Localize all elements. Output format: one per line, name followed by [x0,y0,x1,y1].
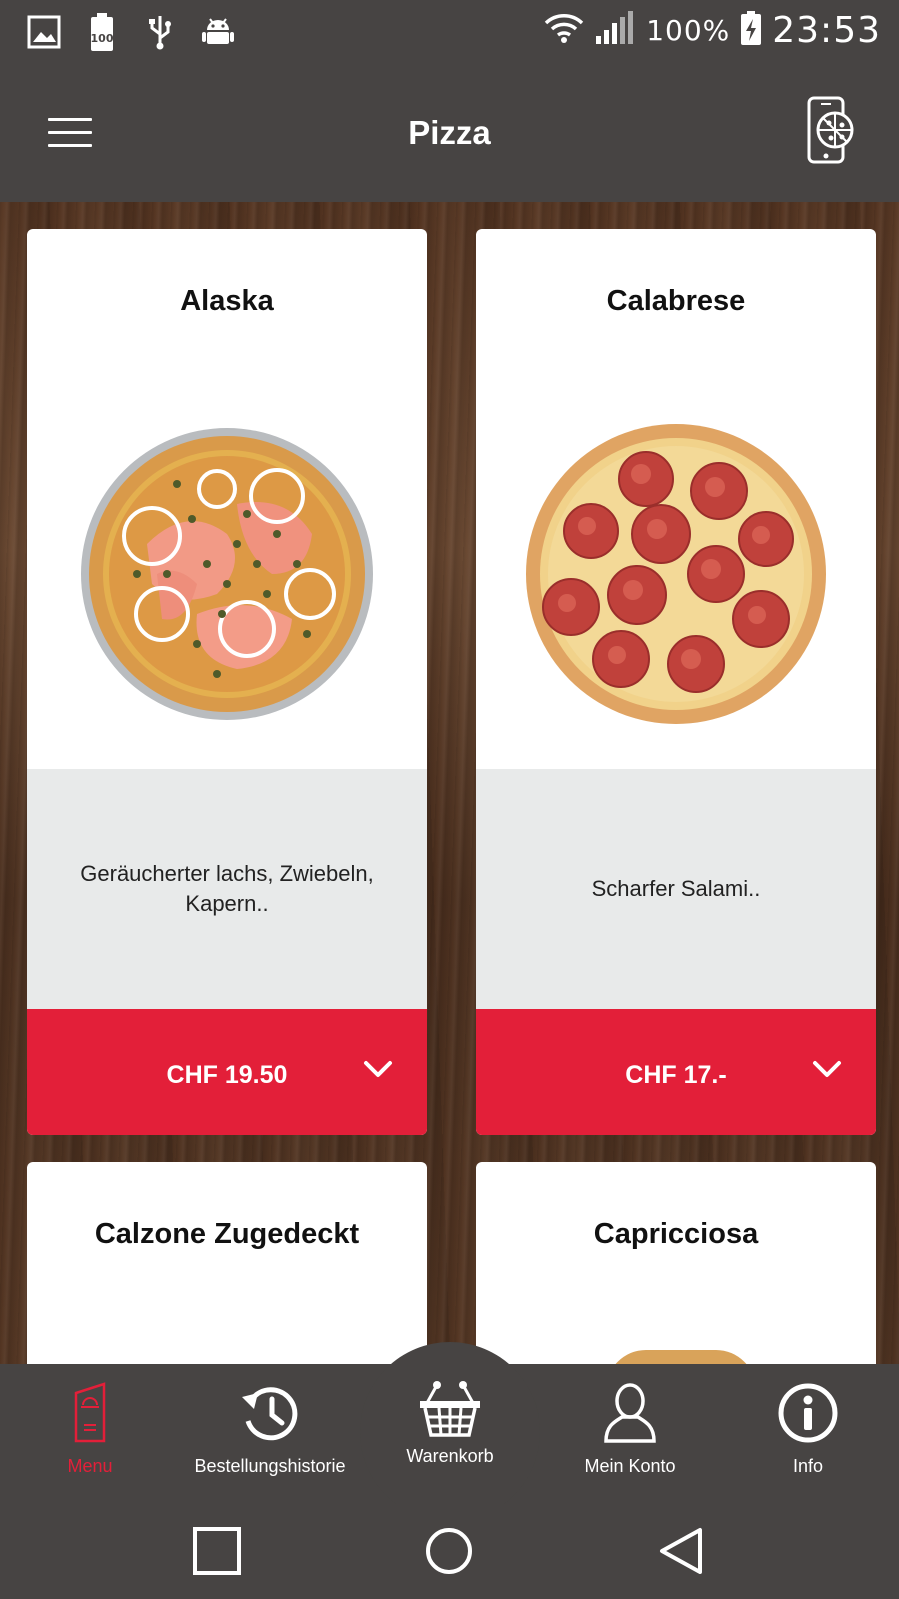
page-title: Pizza [408,114,491,151]
nav-account[interactable]: Mein Konto [560,1364,700,1504]
menu-card-icon [73,1378,107,1448]
pizza-calabrese-image [476,389,876,759]
pizza-capricciosa-image [606,1350,756,1364]
chevron-down-icon[interactable] [363,1059,393,1079]
product-description: Geräucherter lachs, Zwiebeln, Kapern.. [27,769,427,1009]
nav-cart-label: Warenkorb [406,1446,494,1466]
product-title: Calabrese [606,285,746,317]
chevron-down-icon[interactable] [812,1059,842,1079]
nav-info-label: Info [792,1456,824,1476]
price-button[interactable]: CHF 19.50 [27,1009,427,1135]
wifi-icon [544,11,584,50]
info-icon [777,1378,839,1448]
price-button[interactable]: CHF 17.- [476,1009,876,1135]
product-card[interactable]: Calzone Zugedeckt [27,1162,427,1364]
nav-order-history[interactable]: Bestellungshistorie [180,1364,360,1504]
nav-menu-label: Menu [67,1456,113,1476]
pizza-alaska-image [27,389,427,759]
user-icon [602,1378,658,1448]
nav-cart[interactable]: Warenkorb [360,1342,540,1522]
product-card[interactable]: Capricciosa [476,1162,876,1364]
basket-icon [417,1374,483,1444]
system-navigation-bar [0,1504,899,1599]
clock: 23:53 [772,10,881,51]
svg-text:100: 100 [91,32,114,45]
product-title: Alaska [180,285,274,317]
android-icon [200,12,236,52]
menu-content[interactable]: Alaska Geräucherter lachs, Zwiebeln, Kap… [0,202,899,1364]
phone-pizza-icon[interactable] [801,96,861,166]
nav-history-label: Bestellungshistorie [194,1456,346,1476]
usb-icon [142,12,178,52]
nav-info[interactable]: Info [758,1364,858,1504]
battery-100-icon: 100 [84,12,120,52]
history-icon [238,1378,302,1448]
product-card[interactable]: Calabrese Scharfer Salami.. CHF 17.- [476,229,876,1135]
status-bar: 100 100% 23:53 [0,0,899,66]
battery-charging-icon [740,10,762,51]
battery-percent: 100% [646,14,731,47]
home-icon[interactable] [424,1526,474,1576]
nav-menu[interactable]: Menu [40,1364,140,1504]
nav-account-label: Mein Konto [584,1456,676,1476]
product-title: Capricciosa [593,1218,759,1250]
signal-icon [594,10,636,51]
product-title: Calzone Zugedeckt [94,1218,360,1250]
bottom-navigation: Menu Bestellungshistorie Warenkorb Mein … [0,1342,899,1522]
app-bar: Pizza [0,66,899,202]
product-card[interactable]: Alaska Geräucherter lachs, Zwiebeln, Kap… [27,229,427,1135]
image-icon [26,12,62,52]
product-description: Scharfer Salami.. [476,769,876,1009]
back-icon[interactable] [656,1526,706,1576]
recent-apps-icon[interactable] [192,1526,242,1576]
